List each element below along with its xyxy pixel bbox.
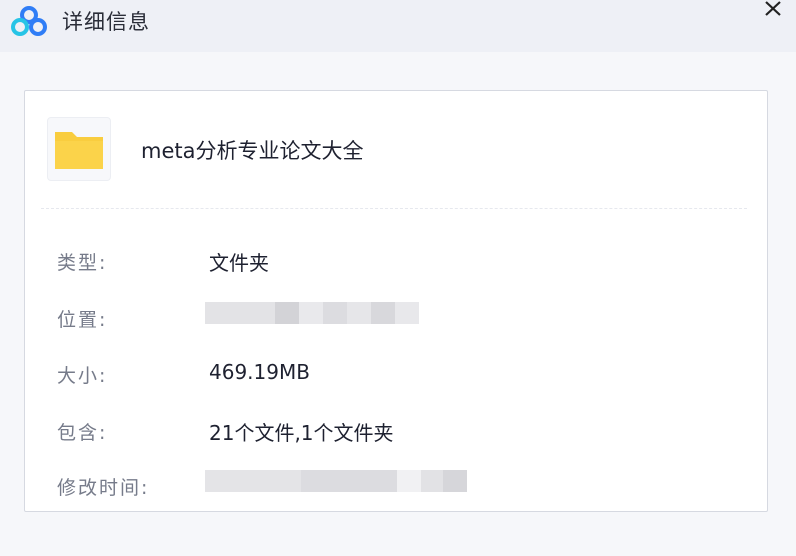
title-bar: 详细信息 [0,0,796,52]
folder-name: meta分析专业论文大全 [141,139,364,163]
window-title: 详细信息 [62,10,150,34]
location-label: 位置: [57,309,108,331]
folder-thumbnail [47,117,111,181]
details-card: meta分析专业论文大全 类型: 文件夹 位置: 大小: 469.19MB 包含… [24,90,768,512]
folder-icon [55,132,103,169]
size-value: 469.19MB [209,360,310,384]
contains-value: 21个文件,1个文件夹 [209,421,394,445]
close-icon[interactable] [758,0,788,22]
divider [41,208,747,209]
type-label: 类型: [57,252,108,274]
contains-label: 包含: [57,422,108,444]
cloud-logo-icon [11,6,47,36]
type-value: 文件夹 [209,251,269,275]
size-label: 大小: [57,365,108,387]
modified-time-label: 修改时间: [57,477,150,499]
details-window: 详细信息 meta分析专业论文大全 类型: 文件夹 位置: 大小: 469.19… [0,0,796,556]
modified-time-value-redacted [205,470,467,492]
location-value-redacted [205,302,419,324]
